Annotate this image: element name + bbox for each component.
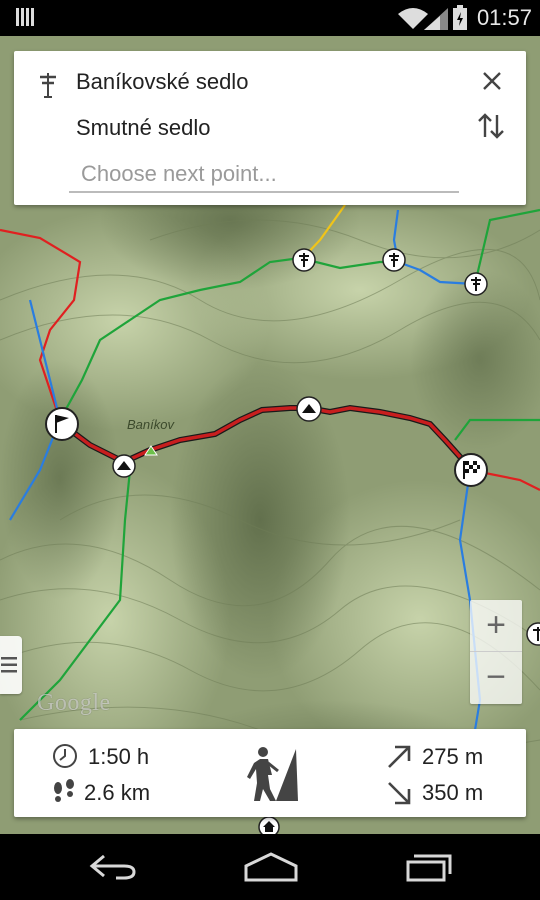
next-point-input[interactable]	[69, 157, 459, 193]
back-icon[interactable]	[88, 854, 138, 880]
route-planner-card: Baníkovské sedlo Smutné sedlo	[14, 51, 526, 205]
drawer-handle[interactable]	[0, 636, 22, 694]
status-bar: 01:57	[0, 0, 540, 36]
zoom-in-button[interactable]: +	[470, 600, 522, 652]
swap-route-icon[interactable]	[476, 111, 506, 141]
distance-value: 2.6 km	[84, 780, 151, 805]
summit-dot-icon	[144, 445, 158, 456]
google-attribution: Google	[37, 690, 111, 716]
duration-value: 1:50 h	[88, 744, 150, 769]
hiker-icon	[247, 747, 298, 801]
ascent-arrow-icon	[388, 745, 411, 768]
peak-label: Baníkov	[127, 417, 174, 432]
route-start-point[interactable]: Baníkovské sedlo	[76, 69, 248, 95]
status-time: 01:57	[476, 5, 532, 30]
clock-icon	[53, 744, 77, 768]
battery-icon	[453, 5, 467, 30]
signpost-marker[interactable]	[292, 248, 316, 272]
descent-value: 350 m	[422, 780, 484, 805]
recent-apps-icon[interactable]	[404, 852, 454, 882]
signpost-marker[interactable]	[526, 622, 540, 646]
signpost-marker[interactable]	[464, 272, 488, 296]
close-icon[interactable]	[478, 67, 506, 95]
signpost-marker[interactable]	[382, 248, 406, 272]
ascent-value: 275 m	[422, 744, 484, 769]
signpost-icon	[40, 73, 56, 98]
home-icon[interactable]	[242, 852, 300, 882]
zoom-out-button[interactable]: −	[470, 652, 522, 704]
descent-arrow-icon	[388, 782, 411, 805]
peak-marker[interactable]	[296, 396, 322, 422]
notification-icon	[16, 8, 34, 26]
system-navigation-bar	[0, 834, 540, 900]
footsteps-icon	[54, 779, 74, 802]
finish-flag-marker[interactable]	[453, 452, 489, 488]
menu-icon	[1, 657, 17, 673]
peak-marker[interactable]	[112, 454, 136, 478]
signal-icon	[424, 8, 448, 30]
route-stats-panel: 1:50 h 2.6 km 275 m 350 m	[14, 729, 526, 817]
route-end-point[interactable]: Smutné sedlo	[76, 115, 211, 141]
start-flag-marker[interactable]	[44, 406, 80, 442]
hut-marker[interactable]	[258, 816, 280, 834]
zoom-controls: + −	[470, 600, 522, 704]
